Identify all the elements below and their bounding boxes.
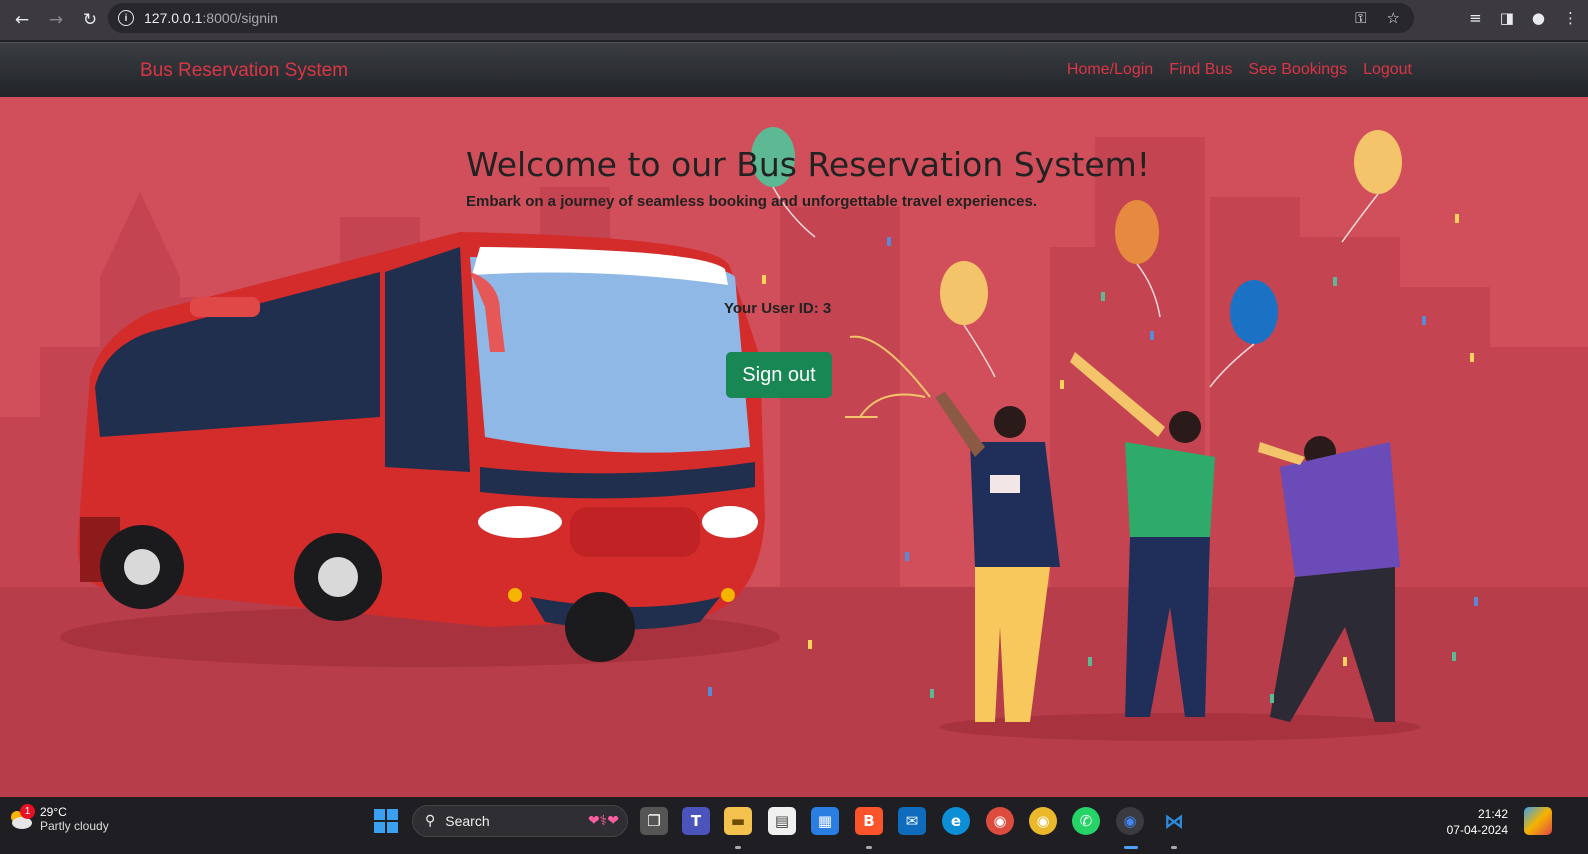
brand-link[interactable]: Bus Reservation System <box>140 60 348 82</box>
file-explorer-icon[interactable]: ▬ <box>724 807 752 835</box>
password-key-icon[interactable]: ⚿ <box>1355 9 1366 27</box>
sign-out-button[interactable]: Sign out <box>726 352 832 398</box>
microsoft-store-icon[interactable]: ▦ <box>811 807 839 835</box>
system-clock[interactable]: 21:42 07-04-2024 <box>1447 806 1508 838</box>
windows-start-icon[interactable] <box>374 809 398 833</box>
bookmark-star-icon[interactable]: ☆ <box>1387 9 1400 27</box>
site-navbar: Bus Reservation System Home/Login Find B… <box>0 42 1588 97</box>
running-indicator <box>735 846 741 849</box>
copilot-icon[interactable] <box>1524 807 1552 835</box>
nav-see-bookings[interactable]: See Bookings <box>1248 61 1347 79</box>
teams-icon[interactable]: T <box>682 807 710 835</box>
profile-icon[interactable]: ● <box>1532 9 1545 27</box>
running-indicator <box>866 846 872 849</box>
whatsapp-icon[interactable]: ✆ <box>1072 807 1100 835</box>
browser-toolbar: ← → ↻ i 127.0.0.1:8000/signin ⚿ ☆ ≡ ◨ ● … <box>0 0 1588 40</box>
nav-home-login[interactable]: Home/Login <box>1067 61 1153 79</box>
side-panel-icon[interactable]: ◨ <box>1500 9 1514 27</box>
active-indicator <box>1124 846 1138 849</box>
running-indicator <box>1171 846 1177 849</box>
taskbar-search[interactable]: ⚲ Search ❤⚕❤ <box>412 805 628 837</box>
user-id-text: Your User ID: 3 <box>724 300 832 317</box>
menu-kebab-icon[interactable]: ⋮ <box>1563 9 1578 27</box>
partly-cloudy-icon: 1 <box>8 804 35 832</box>
nav-links: Home/Login Find Bus See Bookings Logout <box>1067 61 1412 79</box>
back-icon[interactable]: ← <box>10 8 34 32</box>
mail-icon[interactable]: ✉ <box>898 807 926 835</box>
page-subtitle: Embark on a journey of seamless booking … <box>466 193 1038 210</box>
search-placeholder: Search <box>445 813 490 829</box>
chrome-icon[interactable]: ◉ <box>986 807 1014 835</box>
clock-date: 07-04-2024 <box>1446 823 1508 837</box>
notepad-icon[interactable]: ▤ <box>768 807 796 835</box>
page-title: Welcome to our Bus Reservation System! <box>466 145 1151 184</box>
brave-browser-icon[interactable]: B <box>855 807 883 835</box>
nav-find-bus[interactable]: Find Bus <box>1169 61 1232 79</box>
search-highlight-icon: ❤⚕❤ <box>587 813 619 829</box>
weather-badge: 1 <box>20 804 35 819</box>
weather-temp: 29°C <box>40 805 67 819</box>
edge-browser-icon[interactable]: e <box>942 807 970 835</box>
media-queue-icon[interactable]: ≡ <box>1469 9 1482 27</box>
task-view-icon[interactable]: ❐ <box>640 807 668 835</box>
url-text[interactable]: 127.0.0.1:8000/signin <box>144 10 278 26</box>
os-taskbar: 1 29°C Partly cloudy ⚲ Search ❤⚕❤ ❐ T ▬ … <box>0 797 1588 854</box>
reload-icon[interactable]: ↻ <box>78 8 102 32</box>
forward-icon[interactable]: → <box>44 8 68 32</box>
site-info-icon[interactable]: i <box>118 10 134 26</box>
nav-logout[interactable]: Logout <box>1363 61 1412 79</box>
url-host: 127.0.0.1 <box>144 10 203 26</box>
hero-section: Welcome to our Bus Reservation System! E… <box>0 97 1588 797</box>
search-icon: ⚲ <box>425 813 436 829</box>
weather-widget[interactable]: 1 29°C Partly cloudy <box>8 804 109 833</box>
chrome-profile-icon[interactable]: ◉ <box>1029 807 1057 835</box>
chrome-active-icon[interactable]: ◉ <box>1116 807 1144 835</box>
vscode-icon[interactable]: ⋈ <box>1160 807 1188 835</box>
clock-time: 21:42 <box>1477 807 1508 821</box>
weather-condition: Partly cloudy <box>40 819 109 833</box>
address-bar[interactable]: i 127.0.0.1:8000/signin ⚿ ☆ <box>108 3 1414 33</box>
url-path: :8000/signin <box>202 10 278 26</box>
